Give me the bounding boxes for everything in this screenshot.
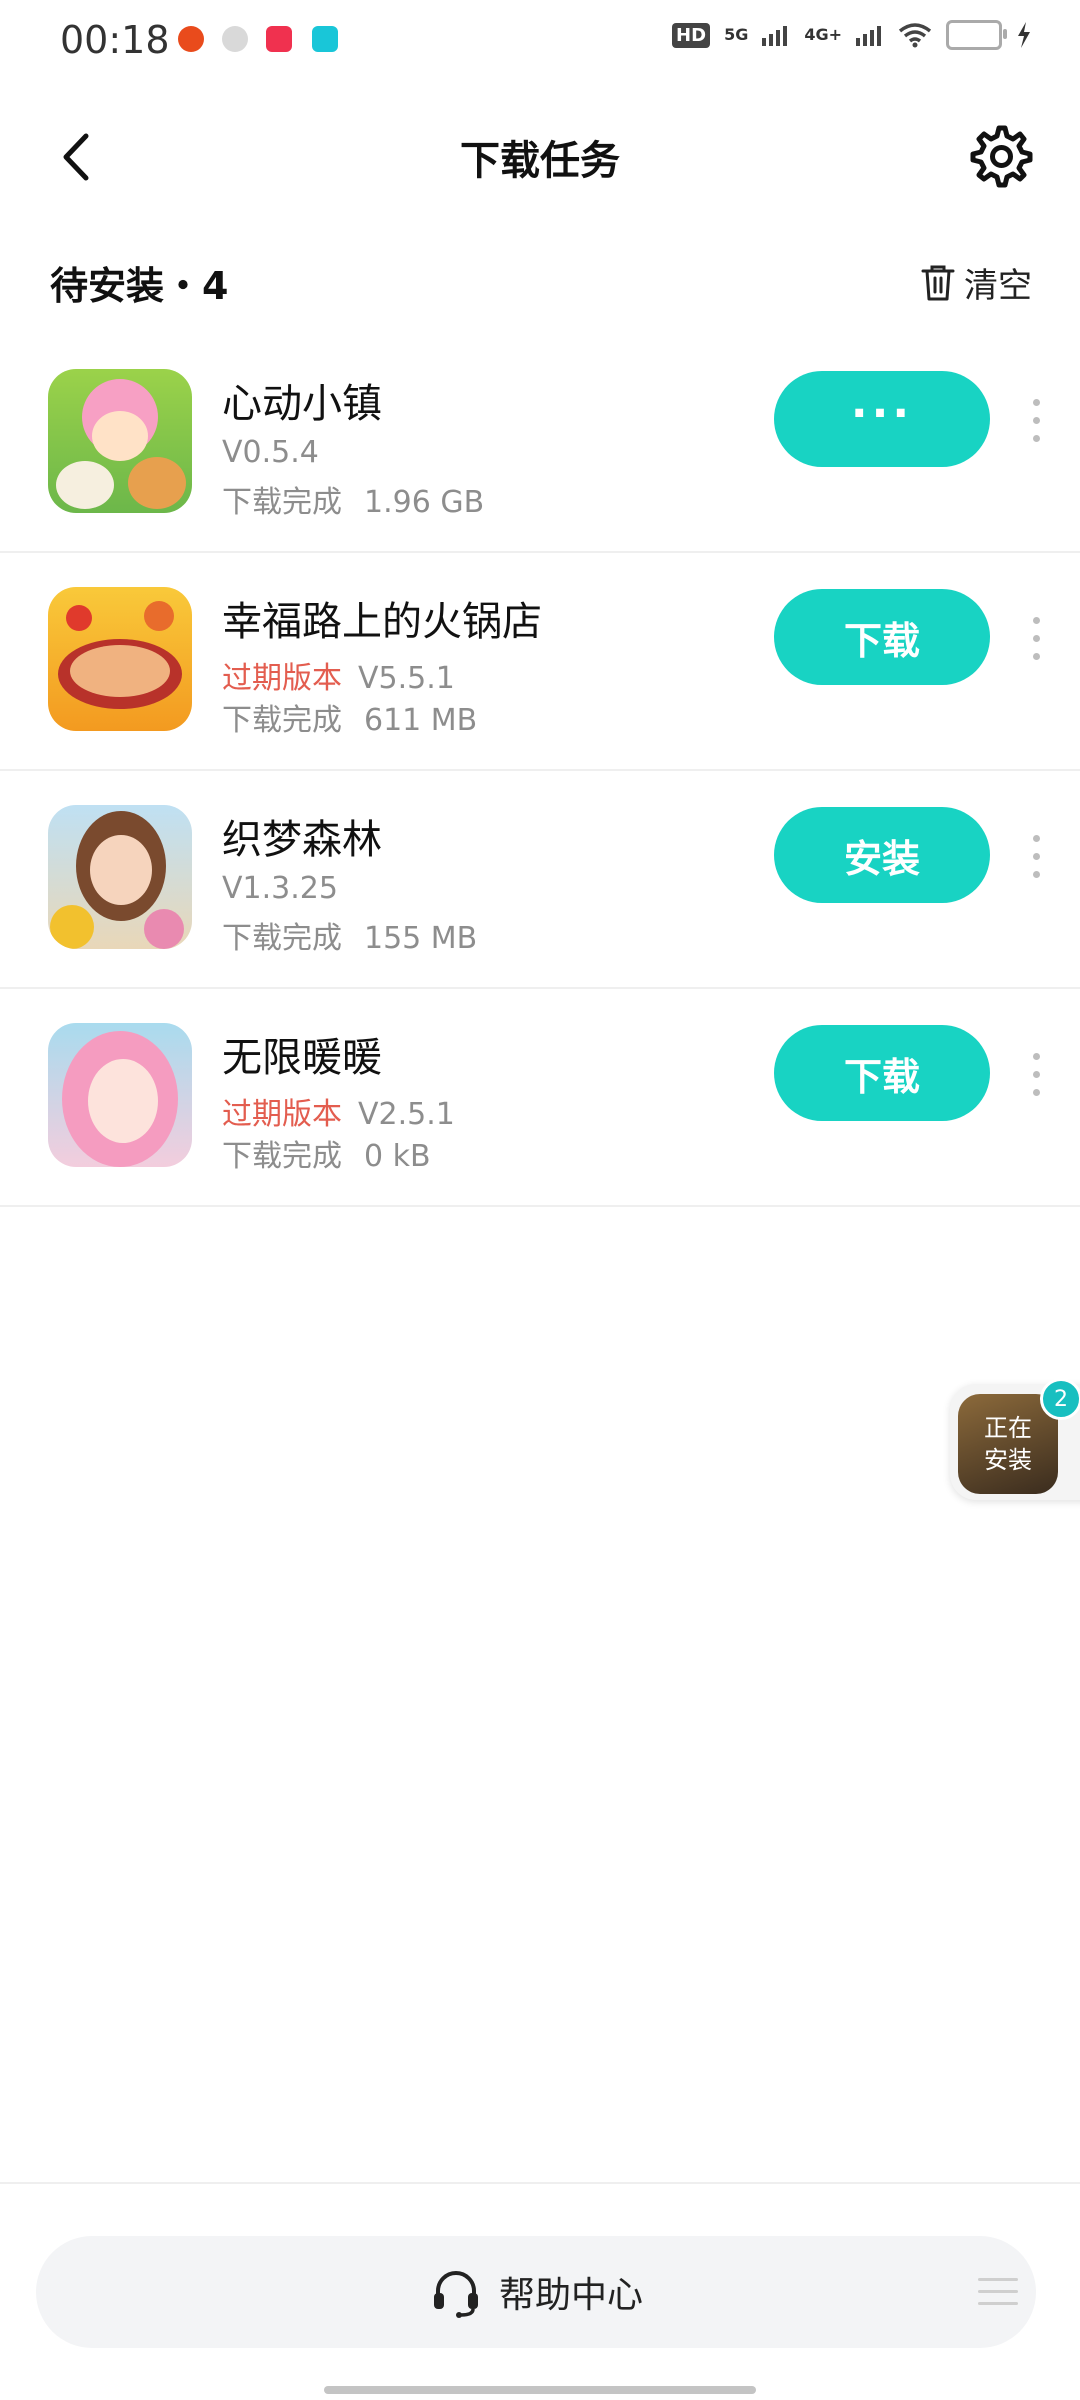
download-status: 下载完成 0 kB — [222, 1131, 431, 1175]
page-title: 下载任务 — [460, 138, 620, 184]
status-bar: 00:18 HD 5G 4G+ — [0, 0, 1080, 84]
app-version-text: V0.5.4 — [222, 435, 319, 470]
home-indicator[interactable] — [324, 2386, 756, 2394]
file-size: 1.96 GB — [364, 485, 485, 520]
download-status-text: 下载完成 — [222, 1139, 342, 1174]
bottom-divider — [0, 2182, 1080, 2184]
item-menu-icon[interactable] — [1030, 617, 1042, 661]
trash-icon — [921, 265, 955, 300]
expired-version-label: 过期版本 — [222, 1097, 342, 1132]
item-menu-icon[interactable] — [1030, 835, 1042, 879]
menu-lines-icon[interactable] — [978, 2278, 1018, 2314]
list-item[interactable]: 织梦森林 V1.3.25 下载完成 155 MB 安装 — [0, 771, 1080, 989]
download-button[interactable]: 下载 — [774, 589, 990, 685]
app-icon-heartopia — [48, 369, 192, 513]
install-button[interactable]: 安装 — [774, 807, 990, 903]
headset-icon — [433, 2271, 478, 2318]
download-status-text: 下载完成 — [222, 703, 342, 738]
app-icon-dream-forest — [48, 805, 192, 949]
status-time: 00:18 — [60, 18, 170, 62]
file-size: 0 kB — [364, 1139, 431, 1174]
download-status: 下载完成 1.96 GB — [222, 477, 484, 521]
hd-icon: HD — [672, 22, 711, 48]
list-item[interactable]: 心动小镇 V0.5.4 下载完成 1.96 GB ··· — [0, 335, 1080, 553]
download-task-list: 心动小镇 V0.5.4 下载完成 1.96 GB ··· 幸福路上的火锅店 过期版… — [0, 335, 1080, 1207]
help-center-button[interactable]: 帮助中心 — [36, 2236, 1036, 2348]
app-header: 下载任务 — [0, 110, 1080, 200]
app-name: 心动小镇 — [222, 381, 382, 427]
file-size: 611 MB — [364, 703, 478, 738]
list-item[interactable]: 无限暖暖 过期版本 V2.5.1 下载完成 0 kB 下载 — [0, 989, 1080, 1207]
battery-icon — [946, 20, 1007, 50]
download-status: 下载完成 611 MB — [222, 695, 477, 739]
installing-floating-widget[interactable]: 正在安装 2 — [950, 1378, 1080, 1500]
app-name: 幸福路上的火锅店 — [222, 599, 542, 645]
file-size: 155 MB — [364, 921, 478, 956]
installing-count-badge: 2 — [1040, 1378, 1080, 1420]
charging-icon — [1018, 22, 1030, 48]
app-version: V1.3.25 — [222, 871, 338, 906]
signal-4g-icon: 4G+ — [804, 25, 842, 44]
download-status: 下载完成 155 MB — [222, 913, 477, 957]
help-center-label: 帮助中心 — [498, 2275, 643, 2316]
app-version: V0.5.4 — [222, 435, 319, 470]
app-name: 织梦森林 — [222, 817, 382, 863]
app-version-text: V2.5.1 — [358, 1097, 455, 1132]
app-name: 无限暖暖 — [222, 1035, 382, 1081]
notification-icon — [266, 26, 292, 52]
app-version-text: V1.3.25 — [222, 871, 338, 906]
item-menu-icon[interactable] — [1030, 399, 1042, 443]
signal-5g-icon: 5G — [724, 25, 749, 44]
clear-button[interactable]: 清空 — [920, 258, 1032, 307]
app-icon-infinity-nikki — [48, 1023, 192, 1167]
list-item[interactable]: 幸福路上的火锅店 过期版本 V5.5.1 下载完成 611 MB 下载 — [0, 553, 1080, 771]
expired-version-label: 过期版本 — [222, 661, 342, 696]
notification-icon — [312, 26, 338, 52]
signal-bars-icon — [856, 26, 881, 46]
app-version-text: V5.5.1 — [358, 661, 455, 696]
more-actions-button[interactable]: ··· — [774, 371, 990, 467]
wifi-icon — [898, 23, 932, 48]
item-menu-icon[interactable] — [1030, 1053, 1042, 1097]
pending-install-heading: 待安装・4 — [50, 264, 229, 308]
notification-icon — [222, 26, 248, 52]
app-icon-hotpot-restaurant — [48, 587, 192, 731]
app-version: 过期版本 V2.5.1 — [222, 1089, 455, 1133]
clear-label: 清空 — [964, 266, 1032, 306]
installing-label-text: 正在安装 — [984, 1414, 1032, 1474]
download-button[interactable]: 下载 — [774, 1025, 990, 1121]
signal-bars-icon — [762, 26, 788, 46]
download-status-text: 下载完成 — [222, 921, 342, 956]
notification-icon — [178, 26, 204, 52]
settings-gear-icon[interactable] — [966, 122, 1036, 192]
app-version: 过期版本 V5.5.1 — [222, 653, 455, 697]
download-status-text: 下载完成 — [222, 485, 342, 520]
status-indicators: HD 5G 4G+ — [672, 20, 1032, 50]
